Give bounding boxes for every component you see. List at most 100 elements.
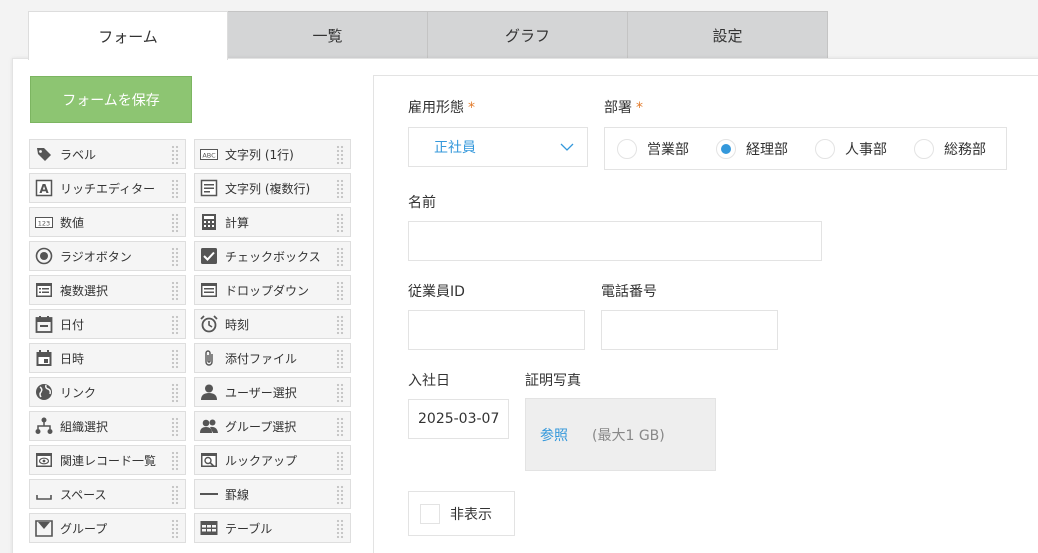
- group-field-icon: [35, 519, 53, 537]
- table-icon: [200, 519, 218, 537]
- palette-item[interactable]: 添付ファイル: [194, 343, 351, 373]
- checkbox-square: [420, 503, 440, 524]
- employee-id-label: 従業員ID: [408, 284, 465, 300]
- palette-item[interactable]: ドロップダウン: [194, 275, 351, 305]
- phone-input[interactable]: [601, 310, 778, 350]
- tab-settings[interactable]: 設定: [628, 11, 828, 59]
- drag-handle-icon[interactable]: [336, 247, 345, 267]
- form-canvas: 雇用形態 * 正社員 部署 * 営業部 経理部 人事部 総務部 名前 従業員ID 電…: [373, 75, 1038, 553]
- palette-item[interactable]: スペース: [29, 479, 186, 509]
- palette-item[interactable]: ルックアップ: [194, 445, 351, 475]
- number-icon: 123: [35, 213, 53, 231]
- alarm-clock-icon: [200, 315, 218, 333]
- drag-handle-icon[interactable]: [171, 315, 180, 335]
- drag-handle-icon[interactable]: [171, 349, 180, 369]
- drag-handle-icon[interactable]: [171, 417, 180, 437]
- palette-item-label: リッチエディター: [60, 181, 156, 196]
- name-input[interactable]: [408, 221, 822, 261]
- radio-label: 総務部: [944, 141, 986, 158]
- drag-handle-icon[interactable]: [171, 383, 180, 403]
- drag-handle-icon[interactable]: [171, 179, 180, 199]
- employee-id-input[interactable]: [408, 310, 585, 350]
- palette-item[interactable]: 罫線: [194, 479, 351, 509]
- radio-accounting[interactable]: 経理部: [716, 138, 788, 159]
- palette-item[interactable]: 123 数値: [29, 207, 186, 237]
- palette-item[interactable]: 文字列 (複数行): [194, 173, 351, 203]
- employment-type-value: 正社員: [434, 140, 476, 156]
- hidden-checkbox-label: 非表示: [450, 506, 492, 523]
- employment-type-label: 雇用形態 *: [408, 97, 475, 117]
- tab-list[interactable]: 一覧: [228, 11, 428, 59]
- radio-sales[interactable]: 営業部: [617, 138, 689, 159]
- palette-item[interactable]: 関連レコード一覧: [29, 445, 186, 475]
- line-icon: [200, 485, 218, 503]
- palette-item-label: 添付ファイル: [225, 351, 298, 366]
- hidden-checkbox[interactable]: 非表示: [408, 491, 515, 536]
- employment-type-label-text: 雇用形態: [408, 100, 464, 116]
- palette-item[interactable]: ラジオボタン: [29, 241, 186, 271]
- drag-handle-icon[interactable]: [336, 349, 345, 369]
- drag-handle-icon[interactable]: [336, 519, 345, 539]
- drag-handle-icon[interactable]: [336, 485, 345, 505]
- palette-item-label: 日時: [60, 351, 85, 366]
- drag-handle-icon[interactable]: [171, 247, 180, 267]
- palette-item[interactable]: 計算: [194, 207, 351, 237]
- radio-circle-selected: [716, 138, 736, 159]
- palette-item[interactable]: ABC 文字列 (1行): [194, 139, 351, 169]
- drag-handle-icon[interactable]: [336, 383, 345, 403]
- user-icon: [200, 383, 218, 401]
- department-label-text: 部署: [604, 100, 632, 116]
- palette-item-label: ラベル: [60, 147, 97, 162]
- palette-item-label: 複数選択: [60, 283, 109, 298]
- palette-item-label: ドロップダウン: [225, 283, 310, 298]
- drag-handle-icon[interactable]: [171, 519, 180, 539]
- palette-item[interactable]: ラベル: [29, 139, 186, 169]
- drag-handle-icon[interactable]: [336, 315, 345, 335]
- palette-item[interactable]: チェックボックス: [194, 241, 351, 271]
- drag-handle-icon[interactable]: [171, 145, 180, 165]
- rich-text-icon: A: [35, 179, 53, 197]
- lookup-icon: [200, 451, 218, 469]
- radio-general-affairs[interactable]: 総務部: [914, 138, 986, 159]
- palette-item[interactable]: グループ: [29, 513, 186, 543]
- palette-item[interactable]: グループ選択: [194, 411, 351, 441]
- drag-handle-icon[interactable]: [336, 145, 345, 165]
- palette-item[interactable]: 組織選択: [29, 411, 186, 441]
- palette-item[interactable]: 日付: [29, 309, 186, 339]
- drag-handle-icon[interactable]: [336, 179, 345, 199]
- palette-item[interactable]: A リッチエディター: [29, 173, 186, 203]
- tab-form[interactable]: フォーム: [28, 11, 228, 60]
- hire-date-input[interactable]: 2025-03-07: [408, 399, 509, 439]
- drag-handle-icon[interactable]: [336, 281, 345, 301]
- max-size-text: (最大1 GB): [592, 427, 665, 444]
- radio-circle: [815, 138, 835, 159]
- radio-hr[interactable]: 人事部: [815, 138, 887, 159]
- save-form-button[interactable]: フォームを保存: [30, 76, 192, 123]
- radio-label: 経理部: [746, 141, 788, 158]
- drag-handle-icon[interactable]: [171, 485, 180, 505]
- palette-item-label: グループ: [60, 521, 108, 536]
- palette-item[interactable]: ユーザー選択: [194, 377, 351, 407]
- drag-handle-icon[interactable]: [336, 417, 345, 437]
- palette-item[interactable]: 複数選択: [29, 275, 186, 305]
- drag-handle-icon[interactable]: [171, 213, 180, 233]
- drag-handle-icon[interactable]: [336, 213, 345, 233]
- employment-type-dropdown[interactable]: 正社員: [408, 127, 588, 167]
- radio-circle: [617, 138, 637, 159]
- drag-handle-icon[interactable]: [171, 451, 180, 471]
- palette-item[interactable]: 日時: [29, 343, 186, 373]
- palette-item[interactable]: テーブル: [194, 513, 351, 543]
- drag-handle-icon[interactable]: [171, 281, 180, 301]
- tab-graph[interactable]: グラフ: [428, 11, 628, 59]
- browse-button[interactable]: 参照: [540, 425, 568, 445]
- required-mark: *: [468, 100, 475, 116]
- multi-select-icon: [35, 281, 53, 299]
- palette-item-label: 数値: [60, 215, 85, 230]
- checkbox-icon: [200, 247, 218, 265]
- palette-item[interactable]: 時刻: [194, 309, 351, 339]
- multiline-text-icon: [200, 179, 218, 197]
- field-palette: ラベル ABC 文字列 (1行) A リッチエディター 文字列 (複数行) 123 数値 計算ラ…: [29, 139, 351, 543]
- palette-item[interactable]: リンク: [29, 377, 186, 407]
- phone-label: 電話番号: [601, 284, 657, 300]
- drag-handle-icon[interactable]: [336, 451, 345, 471]
